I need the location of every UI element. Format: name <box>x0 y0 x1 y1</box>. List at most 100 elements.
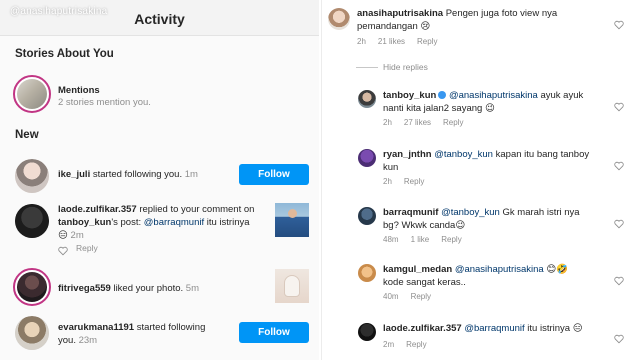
comment-text: anasihaputrisakina Pengen juga foto view… <box>357 8 607 33</box>
comments-panel: anasihaputrisakina Pengen juga foto view… <box>321 0 640 360</box>
mention-link[interactable]: @anasihaputrisakina <box>449 90 538 101</box>
avatar[interactable] <box>15 316 49 350</box>
notification-message: you. <box>58 335 76 346</box>
emoji: 😑 <box>572 323 583 334</box>
activity-panel: @anasihaputrisakina Activity Stories Abo… <box>0 0 319 360</box>
emoji: 😉 <box>484 102 495 114</box>
notification-text: ike_juli started following you. 1m <box>58 168 198 181</box>
timestamp: 23m <box>75 335 98 346</box>
reply-button[interactable]: Reply <box>406 340 426 349</box>
reply-button[interactable]: Reply <box>76 243 98 253</box>
timestamp: 2m <box>67 230 84 241</box>
mentions-avatar[interactable] <box>13 75 51 113</box>
follow-button[interactable]: Follow <box>239 322 309 343</box>
mention-link[interactable]: @barraqmunif <box>464 323 524 334</box>
reply-button[interactable]: Reply <box>411 292 431 301</box>
timestamp: 48m <box>383 235 399 244</box>
timestamp: 5m <box>183 283 200 294</box>
hide-replies-button[interactable]: Hide replies <box>383 62 428 72</box>
username[interactable]: laode.zulfikar.357 <box>383 323 462 334</box>
heart-icon[interactable] <box>614 17 624 30</box>
timestamp: 2h <box>383 118 392 127</box>
comment-body: kapan itu bang tanboy <box>492 149 590 160</box>
comment-body: Gk marah istri nya <box>499 207 580 218</box>
avatar[interactable] <box>358 149 376 167</box>
divider <box>356 67 378 68</box>
comment-body: nanti kita jalan2 sayang <box>383 102 485 114</box>
notification-message: started following <box>134 322 206 333</box>
activity-header: @anasihaputrisakina Activity <box>0 0 319 36</box>
avatar[interactable] <box>358 90 376 108</box>
username[interactable]: kamgul_medan <box>383 264 452 275</box>
post-thumbnail[interactable] <box>275 203 309 237</box>
mentions-subtitle: 2 stories mention you. <box>58 97 151 108</box>
post-thumbnail[interactable] <box>275 269 309 303</box>
avatar[interactable] <box>15 159 49 193</box>
new-heading: New <box>15 129 39 141</box>
notification-message: liked your photo. <box>110 283 184 294</box>
reply-button[interactable]: Reply <box>417 37 437 46</box>
mention-link[interactable]: @barraqmunif <box>144 217 204 228</box>
comment-body: ayuk ayuk <box>537 90 584 101</box>
username[interactable]: tanboy_kun <box>383 90 436 101</box>
verified-badge-icon <box>438 91 447 99</box>
comment-body: pemandangan <box>357 20 421 32</box>
username[interactable]: fitrivega559 <box>58 283 111 294</box>
comment-meta: 40m Reply <box>383 292 443 301</box>
heart-icon[interactable] <box>614 216 624 229</box>
comment-text: tanboy_kun @anasihaputrisakina ayuk ayuk… <box>383 90 608 115</box>
like-count[interactable]: 27 likes <box>404 118 431 127</box>
page-title: Activity <box>134 11 185 27</box>
comment-meta: 2h 21 likes Reply <box>357 37 449 46</box>
reply-button[interactable]: Reply <box>441 235 461 244</box>
mention-link[interactable]: @anasihaputrisakina <box>455 264 544 275</box>
emoji: 😑 <box>58 230 68 241</box>
heart-icon[interactable] <box>614 158 624 171</box>
avatar[interactable] <box>328 8 350 30</box>
username[interactable]: anasihaputrisakina <box>357 8 443 19</box>
emoji: 😢 <box>420 20 431 32</box>
username[interactable]: tanboy_kun <box>58 217 111 228</box>
notification-text: fitrivega559 liked your photo. 5m <box>58 282 199 295</box>
comment-body: kode sangat keras.. <box>383 276 466 288</box>
reply-button[interactable]: Reply <box>443 118 463 127</box>
stories-heading: Stories About You <box>15 48 114 60</box>
comment-meta: 48m 1 like Reply <box>383 235 474 244</box>
notification-text: evarukmana1191 started following you. 23m <box>58 321 205 347</box>
comment-body: itu istrinya <box>524 323 573 334</box>
username[interactable]: ryan_jnthn <box>383 149 432 160</box>
timestamp: 2h <box>357 37 366 46</box>
heart-icon[interactable] <box>614 99 624 112</box>
notification-text: laode.zulfikar.357 replied to your comme… <box>58 203 268 242</box>
emoji: 😉 <box>455 219 466 231</box>
username[interactable]: laode.zulfikar.357 <box>58 204 137 215</box>
reply-button[interactable]: Reply <box>404 177 424 186</box>
heart-icon[interactable] <box>614 273 624 286</box>
comment-meta: 2h 27 likes Reply <box>383 118 475 127</box>
avatar[interactable] <box>358 264 376 282</box>
avatar[interactable] <box>13 268 51 306</box>
comment-text: ryan_jnthn @tanboy_kun kapan itu bang ta… <box>383 149 608 174</box>
timestamp: 2m <box>383 340 395 349</box>
notification-message: 's post: <box>111 217 144 228</box>
follow-button[interactable]: Follow <box>239 164 309 185</box>
mention-link[interactable]: @tanboy_kun <box>434 149 493 160</box>
notification-message: started following you. <box>90 169 183 180</box>
username[interactable]: barraqmunif <box>383 207 438 218</box>
notification-message: replied to your comment on <box>136 204 255 215</box>
username[interactable]: ike_juli <box>58 169 90 180</box>
notification-message: itu istrinya <box>204 217 250 228</box>
like-count[interactable]: 1 like <box>411 235 430 244</box>
avatar[interactable] <box>15 204 49 238</box>
avatar[interactable] <box>358 323 376 341</box>
heart-icon[interactable] <box>58 243 68 256</box>
mention-link[interactable]: @tanboy_kun <box>441 207 500 218</box>
comment-body: bg? Wkwk canda <box>383 219 456 231</box>
timestamp: 40m <box>383 292 399 301</box>
avatar[interactable] <box>358 207 376 225</box>
timestamp: 1m <box>182 169 198 180</box>
comment-text: kamgul_medan @anasihaputrisakina 😊🤣 kode … <box>383 264 608 289</box>
username[interactable]: evarukmana1191 <box>58 322 134 333</box>
like-count[interactable]: 21 likes <box>378 37 405 46</box>
heart-icon[interactable] <box>614 331 624 344</box>
